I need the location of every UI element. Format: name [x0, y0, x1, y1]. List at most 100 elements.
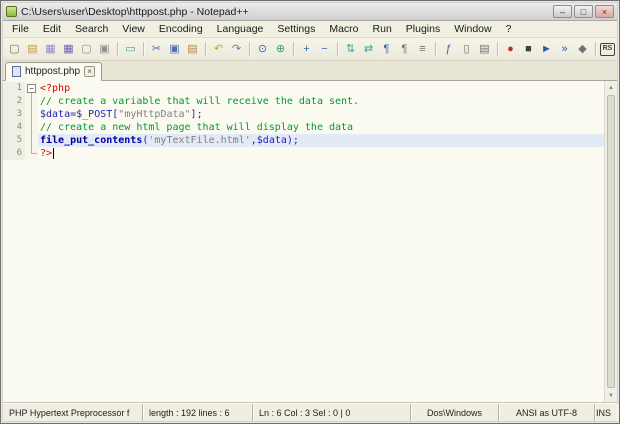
menu-edit[interactable]: Edit — [36, 22, 68, 36]
close-button[interactable]: × — [595, 5, 614, 18]
tab-label: httppost.php — [25, 66, 81, 77]
scrollbar-thumb[interactable] — [607, 95, 615, 388]
redo-icon[interactable]: ↷ — [228, 41, 245, 58]
document-map-icon[interactable]: ▯ — [458, 41, 475, 58]
notepadpp-window: C:\Users\user\Desktop\httppost.php - Not… — [0, 0, 620, 424]
code-text[interactable]: // create a new html page that will disp… — [38, 121, 604, 134]
line-number[interactable]: 4 — [3, 121, 25, 134]
macro-stop-icon[interactable]: ■ — [520, 41, 537, 58]
new-file-icon[interactable]: ▢ — [6, 41, 23, 58]
tab-bar: httppost.php × — [3, 61, 617, 81]
toolbar-separator — [497, 42, 498, 56]
fold-margin — [25, 121, 38, 134]
token-op: ); — [286, 135, 299, 146]
menu-window[interactable]: Window — [447, 22, 498, 36]
tab-httppost-php[interactable]: httppost.php × — [5, 62, 103, 81]
find-icon[interactable]: ⊙ — [254, 41, 271, 58]
open-folder-icon[interactable]: ▤ — [24, 41, 41, 58]
sync-vertical-scroll-icon[interactable]: ⇅ — [342, 41, 359, 58]
status-eol-format[interactable]: Dos\Windows — [411, 404, 499, 421]
editor-area[interactable]: 1− <?php 2// create a variable that will r… — [3, 81, 617, 403]
editor-text-area[interactable]: 1− <?php 2// create a variable that will r… — [3, 81, 604, 402]
toolbar-separator — [117, 42, 118, 56]
scroll-up-icon[interactable]: ▲ — [605, 81, 617, 94]
code-text[interactable]: // create a variable that will receive t… — [38, 95, 604, 108]
zoom-out-icon[interactable]: − — [316, 41, 333, 58]
plugin-rs-icon[interactable]: RS — [600, 42, 615, 56]
token-comment: // create a variable that will receive t… — [40, 96, 360, 107]
menu-run[interactable]: Run — [366, 22, 399, 36]
menu-encoding[interactable]: Encoding — [152, 22, 210, 36]
macro-run-multiple-icon[interactable]: » — [556, 41, 573, 58]
fold-margin — [25, 134, 38, 147]
word-wrap-icon[interactable]: ¶ — [378, 41, 395, 58]
status-length-lines: length : 192 lines : 6 — [143, 404, 253, 421]
token-var: $_POST — [76, 109, 113, 120]
macro-play-icon[interactable]: ► — [538, 41, 555, 58]
scroll-down-icon[interactable]: ▼ — [605, 389, 617, 402]
fold-collapse-icon[interactable]: − — [25, 82, 38, 95]
document-list-icon[interactable]: ▤ — [476, 41, 493, 58]
function-list-icon[interactable]: ƒ — [440, 41, 457, 58]
fold-margin — [25, 147, 38, 160]
token-phptag: ?> — [40, 148, 53, 159]
token-comment: // create a new html page that will disp… — [40, 122, 354, 133]
toolbar-separator — [595, 42, 596, 56]
macro-record-icon[interactable]: ● — [502, 41, 519, 58]
copy-icon[interactable]: ▣ — [166, 41, 183, 58]
close-file-icon[interactable]: ▢ — [78, 41, 95, 58]
window-title: C:\Users\user\Desktop\httppost.php - Not… — [21, 5, 249, 18]
line-number[interactable]: 5 — [3, 134, 25, 147]
menu-macro[interactable]: Macro — [322, 22, 365, 36]
title-bar[interactable]: C:\Users\user\Desktop\httppost.php - Not… — [3, 3, 617, 21]
macro-save-icon[interactable]: ◆ — [574, 41, 591, 58]
show-indent-guide-icon[interactable]: ≡ — [414, 41, 431, 58]
undo-icon[interactable]: ↶ — [210, 41, 227, 58]
editor-line-6[interactable]: 6 ?> — [3, 147, 604, 160]
editor-line-5[interactable]: 5 file_put_contents('myTextFile.html',$da… — [3, 134, 604, 147]
plugin-doc-icon[interactable]: ▣ — [616, 41, 617, 58]
code-text[interactable]: ?> — [38, 147, 604, 160]
line-number[interactable]: 3 — [3, 108, 25, 121]
status-encoding[interactable]: ANSI as UTF-8 — [499, 404, 595, 421]
status-doctype: PHP Hypertext Preprocessor f — [3, 404, 143, 421]
minimize-button[interactable]: – — [553, 5, 572, 18]
print-icon[interactable]: ▭ — [122, 41, 139, 58]
menu-language[interactable]: Language — [210, 22, 271, 36]
code-text[interactable]: $data=$_POST["myHttpData"]; — [38, 108, 604, 121]
menu-search[interactable]: Search — [68, 22, 115, 36]
token-string: "myHttpData" — [118, 109, 191, 120]
editor-line-2[interactable]: 2 // create a variable that will receive … — [3, 95, 604, 108]
paste-icon[interactable]: ▤ — [184, 41, 201, 58]
token-string: 'myTextFile.html' — [148, 135, 251, 146]
toolbar-separator — [205, 42, 206, 56]
menu-help[interactable]: ? — [499, 22, 519, 36]
menu-settings[interactable]: Settings — [270, 22, 322, 36]
sync-horizontal-scroll-icon[interactable]: ⇄ — [360, 41, 377, 58]
show-all-characters-icon[interactable]: ¶ — [396, 41, 413, 58]
code-text[interactable]: file_put_contents('myTextFile.html',$dat… — [38, 134, 604, 147]
menu-plugins[interactable]: Plugins — [399, 22, 447, 36]
maximize-button[interactable]: □ — [574, 5, 593, 18]
line-number[interactable]: 1 — [3, 82, 25, 95]
toolbar-separator — [337, 42, 338, 56]
menu-view[interactable]: View — [115, 22, 152, 36]
save-icon[interactable]: ▦ — [42, 41, 59, 58]
text-caret — [53, 147, 55, 159]
code-text[interactable]: <?php — [38, 82, 604, 95]
close-all-files-icon[interactable]: ▣ — [96, 41, 113, 58]
editor-line-1[interactable]: 1− <?php — [3, 82, 604, 95]
line-number[interactable]: 2 — [3, 95, 25, 108]
menu-file[interactable]: File — [5, 22, 36, 36]
save-all-icon[interactable]: ▦ — [60, 41, 77, 58]
replace-icon[interactable]: ⊕ — [272, 41, 289, 58]
tab-close-icon[interactable]: × — [84, 66, 96, 77]
zoom-in-icon[interactable]: + — [298, 41, 315, 58]
status-insert-mode[interactable]: INS — [595, 404, 617, 421]
menu-bar: File Edit Search View Encoding Language Settin… — [3, 21, 617, 38]
vertical-scrollbar[interactable]: ▲ ▼ — [604, 81, 617, 402]
editor-line-3[interactable]: 3 $data=$_POST["myHttpData"]; — [3, 108, 604, 121]
editor-line-4[interactable]: 4 // create a new html page that will dis… — [3, 121, 604, 134]
cut-icon[interactable]: ✂ — [148, 41, 165, 58]
line-number[interactable]: 6 — [3, 147, 25, 160]
